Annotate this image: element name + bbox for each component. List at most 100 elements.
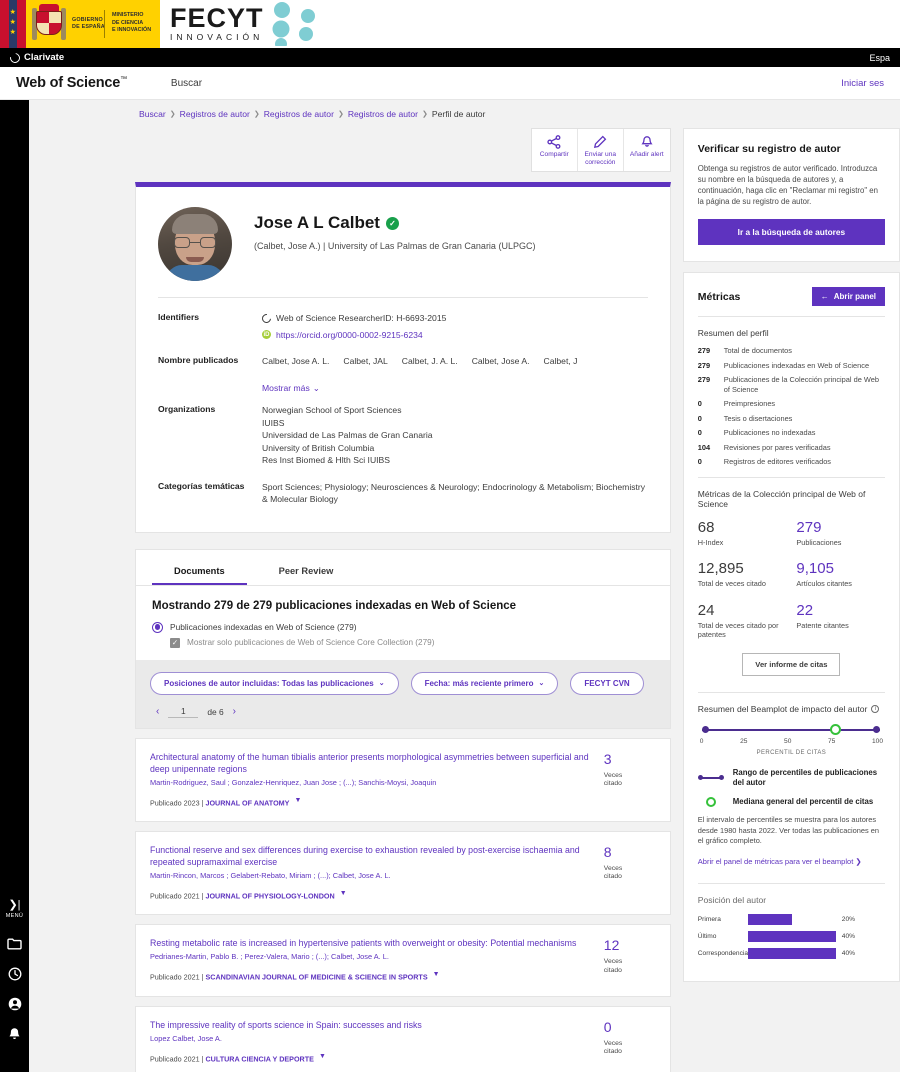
- publication-year: 2021: [183, 1054, 200, 1064]
- publication-journal[interactable]: JOURNAL OF ANATOMY: [205, 798, 289, 807]
- breadcrumb-separator: ❯: [169, 111, 176, 118]
- sign-in-link[interactable]: Iniciar ses: [841, 78, 884, 89]
- citation-count[interactable]: 8: [604, 844, 656, 860]
- beamplot-range-start-dot: [701, 726, 709, 733]
- publication-authors[interactable]: Pedrianes-Martin, Pablo B. ; Perez-Valer…: [150, 952, 594, 962]
- citation-count[interactable]: 0: [604, 1019, 656, 1035]
- filter-author-positions[interactable]: Posiciones de autor incluidas: Todas las…: [150, 671, 399, 695]
- publication-title[interactable]: Architectural anatomy of the human tibia…: [150, 751, 594, 775]
- publication-title[interactable]: Resting metabolic rate is increased in h…: [150, 937, 594, 949]
- show-more-names-button[interactable]: Mostrar más ⌄: [262, 382, 320, 395]
- publication-row[interactable]: Functional reserve and sex differences d…: [135, 830, 671, 916]
- breadcrumb-item-2[interactable]: Registros de autor: [264, 109, 334, 119]
- page-total-label: de 6: [207, 706, 224, 717]
- view-citation-report-button[interactable]: Ver informe de citas: [742, 652, 841, 676]
- beamplot-legend: Rango de percentiles de publicaciones de…: [697, 768, 885, 808]
- breadcrumb-item-1[interactable]: Registros de autor: [180, 109, 250, 119]
- show-more-label: Mostrar más: [262, 382, 310, 393]
- documents-tabs: Documents Peer Review: [136, 550, 670, 586]
- metric-citing-patents[interactable]: 22 Patente citantes: [796, 602, 885, 640]
- verified-badge-icon: ✓: [385, 216, 399, 230]
- publication-authors[interactable]: Lopez Calbet, Jose A.: [150, 1034, 594, 1044]
- folder-icon[interactable]: [7, 938, 22, 951]
- breadcrumb-item-3[interactable]: Registros de autor: [348, 109, 418, 119]
- fecyt-dots-icon: [272, 2, 315, 46]
- publication-authors[interactable]: Martin-Rincon, Marcos ; Gelabert-Rebato,…: [150, 871, 594, 881]
- publication-row[interactable]: The impressive reality of sports science…: [135, 1005, 671, 1072]
- language-selector[interactable]: Espa: [869, 53, 890, 63]
- citation-count[interactable]: 3: [604, 751, 656, 767]
- breadcrumb-item-0[interactable]: Buscar: [139, 109, 166, 119]
- publication-title[interactable]: The impressive reality of sports science…: [150, 1019, 594, 1031]
- share-button[interactable]: Compartir: [532, 129, 578, 171]
- clarivate-label: Clarivate: [24, 52, 65, 63]
- fecyt-government-banner: ★ ★ ★ GOBIERNO DE ESPAÑA MINISTERIO DE CIE…: [0, 0, 900, 48]
- publication-journal[interactable]: SCANDINAVIAN JOURNAL OF MEDICINE & SCIEN…: [205, 973, 427, 982]
- beamplot-title-row: Resumen del Beamplot de impacto del auto…: [698, 704, 885, 714]
- publication-title[interactable]: Functional reserve and sex differences d…: [150, 844, 594, 868]
- verify-title: Verificar su registro de autor: [697, 143, 841, 155]
- wos-header: Web of Science™ Buscar Iniciar ses: [0, 67, 900, 100]
- beamplot-tick: 75: [828, 737, 836, 745]
- go-to-author-search-button[interactable]: Ir a la búsqueda de autores: [697, 219, 885, 245]
- open-metrics-panel-link[interactable]: Abrir el panel de métricas para ver el b…: [698, 857, 862, 866]
- position-label: Correspondencia: [697, 949, 748, 957]
- open-panel-button[interactable]: ← Abrir panel: [811, 287, 885, 306]
- beamplot-range-end-dot: [873, 726, 880, 733]
- chevron-down-icon[interactable]: ▼: [294, 797, 301, 804]
- legend-median-label: Mediana general del percentil de citas: [732, 796, 874, 806]
- checkbox-checked-icon: ✓: [170, 637, 180, 648]
- published-name: Calbet, Jose A. L.: [262, 356, 330, 366]
- chevron-down-icon: ⌄: [378, 680, 385, 687]
- metric-citing-articles[interactable]: 9,105 Artículos citantes: [796, 560, 885, 589]
- published-names-label: Nombre publicados: [158, 355, 239, 365]
- nav-search[interactable]: Buscar: [171, 78, 202, 89]
- add-alert-button[interactable]: Añadir alert: [624, 129, 670, 171]
- filter-sort-date[interactable]: Fecha: más reciente primero ⌄: [410, 671, 559, 695]
- median-legend-icon: [698, 796, 724, 807]
- citation-block: 8 Veces citado: [604, 844, 656, 900]
- wos-logo[interactable]: Web of Science™: [16, 75, 127, 91]
- filter-checkbox-core-collection[interactable]: ✓ Mostrar solo publicaciones de Web of S…: [170, 637, 654, 648]
- avatar: [158, 207, 232, 281]
- gobierno-espana-logo: ★ ★ ★ GOBIERNO DE ESPAÑA MINISTERIO DE CIE…: [0, 0, 160, 48]
- metric-publications[interactable]: 279 Publicaciones: [796, 519, 885, 548]
- position-bar-track: [747, 913, 836, 925]
- chevron-down-icon[interactable]: ▼: [340, 890, 347, 897]
- info-icon[interactable]: i: [871, 704, 880, 713]
- expand-menu-icon: ❯|: [8, 899, 21, 911]
- chevron-down-icon[interactable]: ▼: [433, 971, 440, 978]
- tab-documents[interactable]: Documents: [152, 562, 247, 585]
- chevron-down-icon[interactable]: ▼: [319, 1053, 326, 1060]
- filter-radio-indexed[interactable]: Publicaciones indexadas en Web of Scienc…: [152, 621, 654, 633]
- fecyt-cvn-button[interactable]: FECYT CVN: [570, 671, 644, 695]
- bell-icon[interactable]: [8, 1027, 21, 1041]
- send-correction-button[interactable]: Enviar una corrección: [578, 129, 624, 171]
- bell-alert-icon: [626, 135, 668, 149]
- expand-menu-button[interactable]: ❯| MENÚ: [0, 899, 29, 920]
- page-number-input[interactable]: 1: [168, 706, 199, 718]
- publication-journal[interactable]: CULTURA CIENCIA Y DEPORTE: [205, 1054, 313, 1063]
- citation-count[interactable]: 12: [604, 937, 656, 953]
- clarivate-brand[interactable]: Clarivate: [8, 50, 65, 65]
- prev-page-button[interactable]: ‹: [156, 706, 159, 717]
- history-icon[interactable]: [8, 967, 22, 981]
- citation-label: Veces citado: [603, 1039, 623, 1056]
- next-page-button[interactable]: ›: [233, 706, 236, 717]
- tab-peer-review[interactable]: Peer Review: [257, 562, 356, 585]
- verify-author-record-card: Verificar su registro de autor Obtenga s…: [682, 128, 900, 262]
- publication-row[interactable]: Resting metabolic rate is increased in h…: [135, 924, 671, 997]
- position-percent: 20%: [841, 915, 855, 923]
- publication-row[interactable]: Architectural anatomy of the human tibia…: [135, 737, 671, 822]
- publication-journal[interactable]: JOURNAL OF PHYSIOLOGY-LONDON: [205, 891, 334, 900]
- profile-icon[interactable]: [8, 997, 22, 1011]
- citation-label: Veces citado: [603, 771, 623, 788]
- position-bar-track: [747, 947, 836, 959]
- publication-authors[interactable]: Martin-Rodriguez, Saul ; Gonzalez-Henriq…: [150, 778, 594, 788]
- orcid-link[interactable]: https://orcid.org/0000-0002-9215-6234: [276, 329, 423, 342]
- published-name: Calbet, Jose A.: [471, 356, 530, 366]
- orcid-row[interactable]: iD https://orcid.org/0000-0002-9215-6234: [262, 329, 648, 342]
- menu-label: MENÚ: [5, 913, 24, 919]
- author-affiliation: (Calbet, Jose A.) | University of Las Pa…: [254, 241, 536, 251]
- publication-year: 2023: [183, 797, 200, 807]
